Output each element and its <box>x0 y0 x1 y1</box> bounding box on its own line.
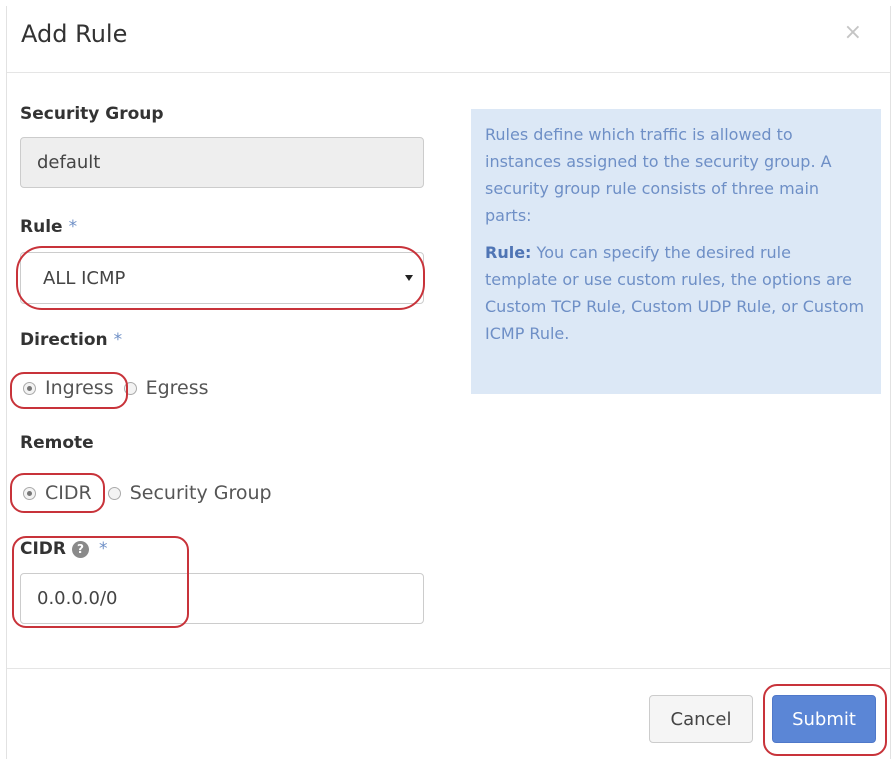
ingress-label: Ingress <box>45 377 114 399</box>
rule-label: Rule * <box>20 217 77 237</box>
dialog-header: Add Rule × <box>7 6 890 73</box>
cidr-value: 0.0.0.0/0 <box>37 588 118 609</box>
remote-label-text: Remote <box>20 433 94 453</box>
remote-radio-group: CIDR Security Group <box>23 482 282 504</box>
cancel-button[interactable]: Cancel <box>649 695 753 743</box>
help-icon[interactable]: ? <box>72 541 90 558</box>
cidr-label: CIDR? * <box>20 539 108 559</box>
security-group-radio[interactable] <box>107 486 121 500</box>
cidr-radio[interactable] <box>23 486 36 500</box>
security-group-field: default <box>20 137 424 188</box>
cidr-required-mark: * <box>99 539 108 559</box>
security-group-label: Security Group <box>20 104 164 124</box>
rule-required-mark: * <box>68 217 78 237</box>
info-panel: Rules define which traffic is allowed to… <box>471 109 881 394</box>
close-icon[interactable]: × <box>844 22 862 44</box>
ingress-radio[interactable] <box>23 381 36 395</box>
security-group-value: default <box>37 152 101 173</box>
add-rule-dialog: Add Rule × Security Group default Rule * … <box>6 6 891 759</box>
remote-security-group-option[interactable]: Security Group <box>107 482 272 504</box>
dialog-footer: Cancel Submit <box>7 668 890 759</box>
info-paragraph: Rules define which traffic is allowed to… <box>485 125 832 225</box>
rule-select[interactable]: ALL ICMP <box>20 252 424 304</box>
info-rule-paragraph: Rule: You can specify the desired rule t… <box>485 239 867 347</box>
direction-required-mark: * <box>113 330 123 350</box>
remote-label: Remote <box>20 433 94 453</box>
cidr-input[interactable]: 0.0.0.0/0 <box>20 573 424 624</box>
direction-egress-option[interactable]: Egress <box>123 377 209 399</box>
egress-label: Egress <box>145 377 209 399</box>
direction-label-text: Direction <box>20 330 108 350</box>
info-rule-description: You can specify the desired rule templat… <box>485 243 865 343</box>
direction-radio-group: Ingress Egress <box>23 377 219 399</box>
direction-label: Direction * <box>20 330 122 350</box>
security-group-label-text: Security Group <box>20 104 164 124</box>
cidr-label-text: CIDR <box>20 539 67 559</box>
cidr-option-label: CIDR <box>45 482 92 504</box>
direction-ingress-option[interactable]: Ingress <box>23 377 114 399</box>
dialog-title: Add Rule <box>21 20 128 48</box>
rule-label-text: Rule <box>20 217 63 237</box>
info-rule-term: Rule: <box>485 243 532 262</box>
rule-selected-value: ALL ICMP <box>43 267 126 289</box>
chevron-down-icon <box>405 275 413 281</box>
submit-button[interactable]: Submit <box>772 695 876 743</box>
remote-cidr-option[interactable]: CIDR <box>23 482 92 504</box>
egress-radio[interactable] <box>123 381 137 395</box>
security-group-option-label: Security Group <box>129 482 272 504</box>
